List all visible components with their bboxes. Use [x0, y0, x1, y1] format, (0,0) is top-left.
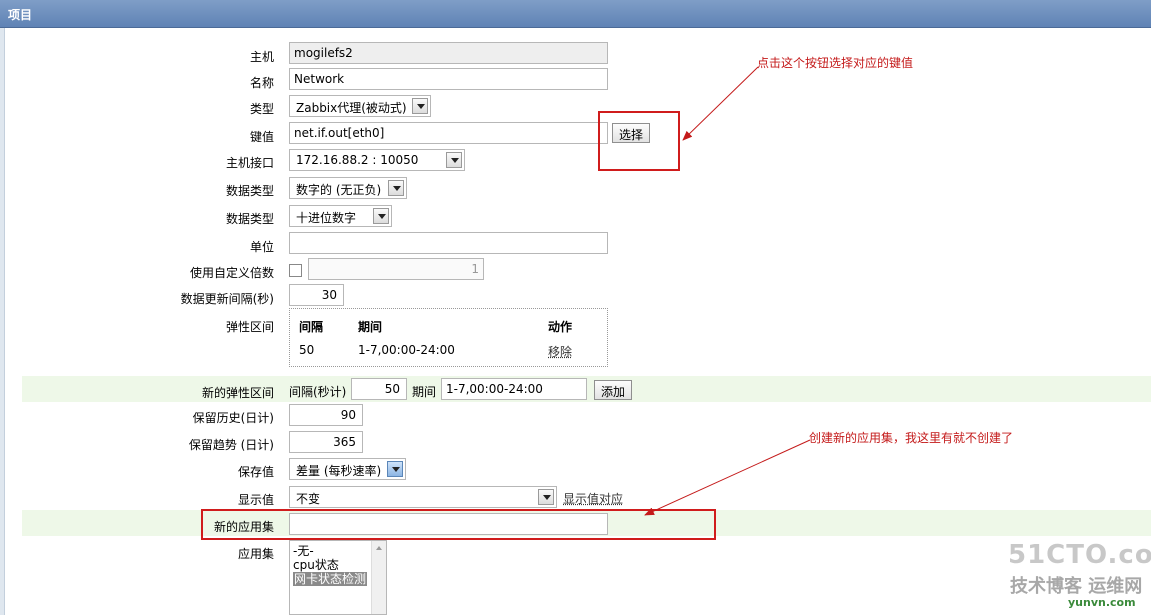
interface-select-value: 172.16.88.2 : 10050 [296, 153, 419, 167]
multiplier-checkbox[interactable] [289, 264, 302, 277]
flex-intervals-label: 弹性区间 [225, 320, 274, 334]
type-label: 类型 [249, 102, 274, 116]
multiplier-label: 使用自定义倍数 [189, 266, 274, 280]
host-field: mogilefs2 [289, 42, 608, 64]
flex-intervals-table: 间隔 期间 动作 50 1-7,00:00-24:00 移除 [289, 308, 608, 367]
application-option[interactable]: cpu状态 [293, 558, 339, 572]
data-type-select[interactable]: 数字的 (无正负) [289, 177, 407, 199]
store-value-select-value: 差量 (每秒速率) [296, 464, 382, 478]
flex-col-action: 动作 [548, 320, 573, 334]
data-type-select-value: 数字的 (无正负) [296, 183, 382, 197]
watermark-line3: yunvn.com [1068, 596, 1136, 609]
chevron-down-icon [538, 489, 554, 505]
show-value-select-value: 不变 [296, 492, 321, 506]
type-select-value: Zabbix代理(被动式) [296, 101, 407, 115]
type-select[interactable]: Zabbix代理(被动式) [289, 95, 431, 117]
section-title: 项目 [8, 8, 33, 22]
store-value-label: 保存值 [237, 465, 274, 479]
data-type-label: 数据类型 [225, 184, 274, 198]
new-flex-period-field[interactable]: 1-7,00:00-24:00 [441, 378, 587, 400]
section-header: 项目 [0, 0, 1151, 28]
flex-col-period: 期间 [358, 320, 383, 334]
annotation-select-hint: 点击这个按钮选择对应的键值 [757, 56, 914, 70]
chevron-down-icon [412, 98, 428, 114]
watermark-logo: 51CTO.com 技术博客 运维网 yunvn.com [1008, 540, 1151, 615]
chevron-down-icon [446, 152, 462, 168]
watermark-line1: 51CTO.com [1008, 540, 1151, 570]
listbox-scrollbar[interactable] [371, 541, 386, 614]
chevron-down-icon [387, 461, 403, 477]
history-label: 保留历史(日计) [192, 411, 274, 425]
flex-col-interval: 间隔 [299, 320, 324, 334]
new-flex-interval-label: 间隔(秒计) [289, 385, 347, 399]
annotation-arrow-select [682, 66, 759, 141]
show-value-select[interactable]: 不变 [289, 486, 557, 508]
key-field[interactable]: net.if.out[eth0] [289, 122, 608, 144]
new-flex-period-label: 期间 [412, 385, 437, 399]
applications-listbox[interactable]: -无- cpu状态 网卡状态检测 [289, 540, 387, 615]
history-field[interactable]: 90 [289, 404, 363, 426]
left-edge-border [0, 28, 5, 615]
multiplier-field: 1 [308, 258, 484, 280]
interface-label: 主机接口 [225, 156, 274, 170]
interval-label: 数据更新间隔(秒) [180, 292, 274, 306]
annotation-new-app-hint: 创建新的应用集，我这里有就不创建了 [809, 431, 1014, 445]
application-option[interactable]: -无- [293, 544, 314, 558]
data-format-select-value: 十进位数字 [296, 211, 357, 225]
store-value-select[interactable]: 差量 (每秒速率) [289, 458, 406, 480]
new-flex-label: 新的弹性区间 [201, 386, 274, 400]
chevron-down-icon [388, 180, 404, 196]
host-label: 主机 [249, 50, 274, 64]
flex-row-remove-link[interactable]: 移除 [548, 343, 572, 360]
units-field[interactable] [289, 232, 608, 254]
annotation-highlight-box-select [598, 111, 680, 171]
application-option-selected[interactable]: 网卡状态检测 [293, 572, 368, 586]
watermark-line2: 技术博客 运维网 [1010, 576, 1143, 597]
flex-row-period: 1-7,00:00-24:00 [358, 343, 455, 357]
annotation-arrow-new-app [644, 439, 811, 516]
key-label: 键值 [249, 130, 274, 144]
flex-row-interval: 50 [299, 343, 315, 357]
show-value-label: 显示值 [237, 493, 274, 507]
trends-field[interactable]: 365 [289, 431, 363, 453]
add-flex-button[interactable]: 添加 [594, 380, 633, 400]
interval-field[interactable]: 30 [289, 284, 344, 306]
data-format-label: 数据类型 [225, 212, 274, 226]
units-label: 单位 [249, 240, 274, 254]
show-value-mapping-link[interactable]: 显示值对应 [563, 490, 623, 507]
chevron-down-icon [373, 208, 389, 224]
new-flex-interval-field[interactable]: 50 [351, 378, 407, 400]
interface-select[interactable]: 172.16.88.2 : 10050 [289, 149, 465, 171]
annotation-highlight-box-new-app [201, 509, 716, 540]
data-format-select[interactable]: 十进位数字 [289, 205, 392, 227]
trends-label: 保留趋势 (日计) [188, 438, 274, 452]
name-field[interactable]: Network [289, 68, 608, 90]
name-label: 名称 [249, 76, 274, 90]
applications-label: 应用集 [237, 547, 274, 561]
